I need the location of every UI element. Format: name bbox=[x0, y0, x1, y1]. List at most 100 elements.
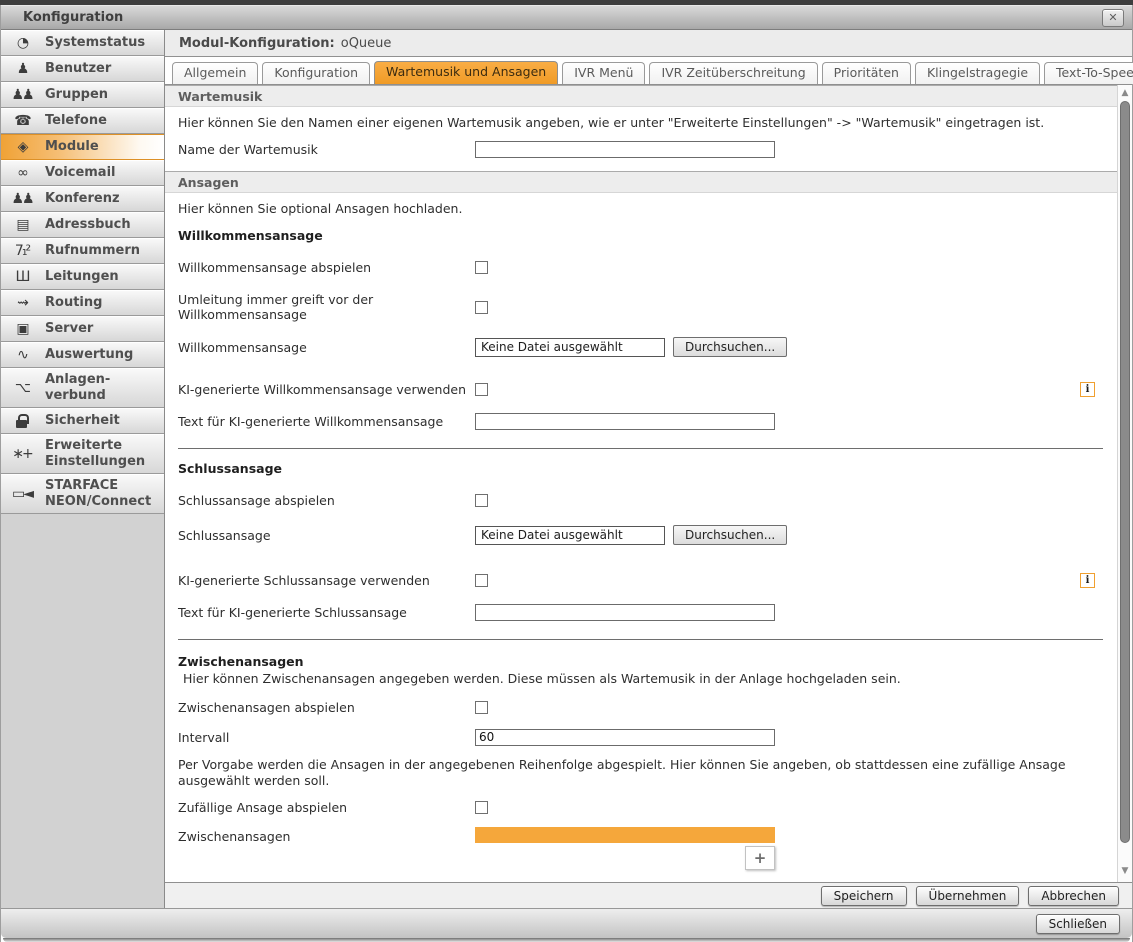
network-icon: ⌥ bbox=[10, 381, 34, 395]
lock-icon bbox=[10, 414, 34, 428]
willkommen-play-label: Willkommensansage abspielen bbox=[178, 260, 475, 275]
sidebar-item-sicherheit[interactable]: Sicherheit bbox=[1, 408, 164, 434]
voicemail-icon: ∞ bbox=[10, 166, 34, 180]
schluss-play-checkbox[interactable] bbox=[475, 494, 488, 507]
sidebar-item-rufnummern[interactable]: 7₁²Rufnummern bbox=[1, 238, 164, 264]
willkommen-browse-button[interactable]: Durchsuchen... bbox=[673, 337, 787, 357]
schluss-ki-text-input[interactable] bbox=[475, 604, 775, 621]
tab-wartemusik-und-ansagen[interactable]: Wartemusik und Ansagen bbox=[374, 61, 558, 84]
sidebar-item-routing[interactable]: ⇝Routing bbox=[1, 290, 164, 316]
zwischen-play-label: Zwischenansagen abspielen bbox=[178, 700, 475, 715]
tab-ivr-men[interactable]: IVR Menü bbox=[562, 62, 645, 84]
random-info-text: Per Vorgabe werden die Ansagen in der an… bbox=[165, 757, 1117, 788]
tab-priorit-ten[interactable]: Prioritäten bbox=[822, 62, 911, 84]
sidebar-item-adressbuch[interactable]: ▤Adressbuch bbox=[1, 212, 164, 238]
name-wartemusik-input[interactable] bbox=[475, 141, 775, 158]
schluss-ki-label: KI-generierte Schlussansage verwenden bbox=[178, 573, 475, 588]
zwischen-info-text: Hier können Zwischenansagen angegeben we… bbox=[165, 671, 1117, 687]
lines-icon: Ш bbox=[10, 270, 34, 284]
willkommen-ki-row: KI-generierte Willkommensansage verwende… bbox=[165, 382, 1117, 397]
section-ansagen: Ansagen bbox=[165, 171, 1117, 193]
sidebar-item-leitungen[interactable]: ШLeitungen bbox=[1, 264, 164, 290]
willkommen-play-row: Willkommensansage abspielen bbox=[165, 260, 1117, 275]
willkommen-ki-text-input[interactable] bbox=[475, 413, 775, 430]
sidebar-item-server[interactable]: ▣Server bbox=[1, 316, 164, 342]
save-button[interactable]: Speichern bbox=[821, 886, 907, 906]
schluss-ki-text-row: Text für KI-generierte Schlussansage bbox=[165, 604, 1117, 621]
scroll-up-icon[interactable]: ▲ bbox=[1119, 88, 1131, 98]
info-icon[interactable]: i bbox=[1080, 573, 1095, 588]
sidebar-item-erweiterte-einstellungen[interactable]: ∗+ Erweiterte Einstellungen bbox=[1, 434, 164, 474]
zwischenansagen-heading: Zwischenansagen bbox=[165, 654, 1117, 669]
add-icon[interactable]: + bbox=[745, 846, 775, 870]
sidebar-item-label: Auswertung bbox=[45, 347, 133, 363]
umleitung-label: Umleitung immer greift vor der Willkomme… bbox=[178, 292, 475, 322]
umleitung-checkbox[interactable] bbox=[475, 301, 488, 314]
scrollbar-thumb[interactable] bbox=[1120, 101, 1130, 843]
main-content: Modul-Konfiguration: oQueue AllgemeinKon… bbox=[165, 30, 1132, 908]
random-play-checkbox[interactable] bbox=[475, 801, 488, 814]
module-cube-icon: ◈ bbox=[10, 140, 34, 154]
zwischen-play-checkbox[interactable] bbox=[475, 701, 488, 714]
sidebar-item-module[interactable]: ◈ Module bbox=[1, 134, 164, 160]
zwischen-play-row: Zwischenansagen abspielen bbox=[165, 700, 1117, 715]
schluss-file-row: Schlussansage Keine Datei ausgewählt Dur… bbox=[165, 525, 1117, 545]
user-icon: ♟ bbox=[10, 62, 34, 76]
sidebar-item-voicemail[interactable]: ∞ Voicemail bbox=[1, 160, 164, 186]
schluss-file-value[interactable]: Keine Datei ausgewählt bbox=[475, 526, 665, 545]
window-bottom-edge bbox=[3, 938, 1130, 942]
ansagen-info-text: Hier können Sie optional Ansagen hochlad… bbox=[165, 201, 1117, 217]
sidebar-item-label: Anlagen- verbund bbox=[45, 372, 110, 403]
willkommen-play-checkbox[interactable] bbox=[475, 261, 488, 274]
random-play-label: Zufällige Ansage abspielen bbox=[178, 800, 475, 815]
schluss-browse-button[interactable]: Durchsuchen... bbox=[673, 525, 787, 545]
tab-allgemein[interactable]: Allgemein bbox=[172, 62, 258, 84]
willkommen-file-value[interactable]: Keine Datei ausgewählt bbox=[475, 338, 665, 357]
willkommen-file-row: Willkommensansage Keine Datei ausgewählt… bbox=[165, 337, 1117, 357]
info-icon[interactable]: i bbox=[1080, 382, 1095, 397]
sidebar-item-benutzer[interactable]: ♟Benutzer bbox=[1, 56, 164, 82]
intervall-row: Intervall bbox=[165, 729, 1117, 746]
schluss-ki-text-label: Text für KI-generierte Schlussansage bbox=[178, 605, 475, 620]
tab-ivr-zeit-berschreitung[interactable]: IVR Zeitüberschreitung bbox=[649, 62, 817, 84]
sidebar-item-label: Voicemail bbox=[45, 165, 116, 181]
tab-klingelstragegie[interactable]: Klingelstragegie bbox=[915, 62, 1040, 84]
willkommen-ki-label: KI-generierte Willkommensansage verwende… bbox=[178, 382, 475, 397]
sidebar-item-gruppen[interactable]: ♟♟Gruppen bbox=[1, 82, 164, 108]
scroll-down-icon[interactable]: ▼ bbox=[1119, 866, 1131, 876]
willkommen-ki-text-row: Text für KI-generierte Willkommensansage bbox=[165, 413, 1117, 430]
sidebar-item-systemstatus[interactable]: ◔Systemstatus bbox=[1, 30, 164, 56]
sidebar-item-label: Module bbox=[45, 139, 99, 155]
sidebar-item-label: Erweiterte Einstellungen bbox=[45, 438, 145, 469]
sidebar-item-label: STARFACE NEON/Connect bbox=[45, 478, 151, 509]
sidebar-item-starface-neon-connect[interactable]: ▭◄STARFACE NEON/Connect bbox=[1, 474, 164, 514]
sidebar-item-konferenz[interactable]: ♟♟Konferenz bbox=[1, 186, 164, 212]
tab-text-to-speech-ki[interactable]: Text-To-Speech (KI) bbox=[1044, 62, 1133, 84]
window-titlebar: Konfiguration ✕ bbox=[1, 5, 1132, 30]
konfiguration-window: Konfiguration ✕ ◔Systemstatus♟Benutzer♟♟… bbox=[0, 5, 1133, 942]
sidebar-item-label: Telefone bbox=[45, 113, 107, 129]
sidebar-item-label: Server bbox=[45, 321, 93, 337]
advanced-settings-icon: ∗+ bbox=[10, 447, 34, 461]
settings-panel: Wartemusik Hier können Sie den Namen ein… bbox=[165, 85, 1117, 882]
zwischen-list-box[interactable] bbox=[475, 827, 775, 843]
sidebar-item-telefone[interactable]: ☎ Telefone bbox=[1, 108, 164, 134]
wartemusik-info-text: Hier können Sie den Namen einer eigenen … bbox=[165, 115, 1117, 131]
close-window-button[interactable]: Schließen bbox=[1036, 914, 1120, 934]
close-icon[interactable]: ✕ bbox=[1102, 9, 1124, 27]
cancel-button[interactable]: Abbrechen bbox=[1028, 886, 1119, 906]
phone-icon: ☎ bbox=[10, 114, 34, 128]
willkommen-ki-checkbox[interactable] bbox=[475, 383, 488, 396]
divider bbox=[178, 639, 1103, 640]
chart-icon: ∿ bbox=[10, 348, 34, 362]
module-config-label: Modul-Konfiguration: bbox=[179, 36, 335, 51]
intervall-input[interactable] bbox=[475, 729, 775, 746]
sidebar-item-anlagen-verbund[interactable]: ⌥ Anlagen- verbund bbox=[1, 368, 164, 408]
tab-konfiguration[interactable]: Konfiguration bbox=[262, 62, 370, 84]
sidebar-item-auswertung[interactable]: ∿ Auswertung bbox=[1, 342, 164, 368]
sidebar-filler bbox=[1, 514, 164, 908]
addressbook-icon: ▤ bbox=[10, 218, 34, 232]
apply-button[interactable]: Übernehmen bbox=[916, 886, 1020, 906]
vertical-scrollbar[interactable]: ▲ ▼ bbox=[1117, 85, 1132, 882]
schluss-ki-checkbox[interactable] bbox=[475, 574, 488, 587]
